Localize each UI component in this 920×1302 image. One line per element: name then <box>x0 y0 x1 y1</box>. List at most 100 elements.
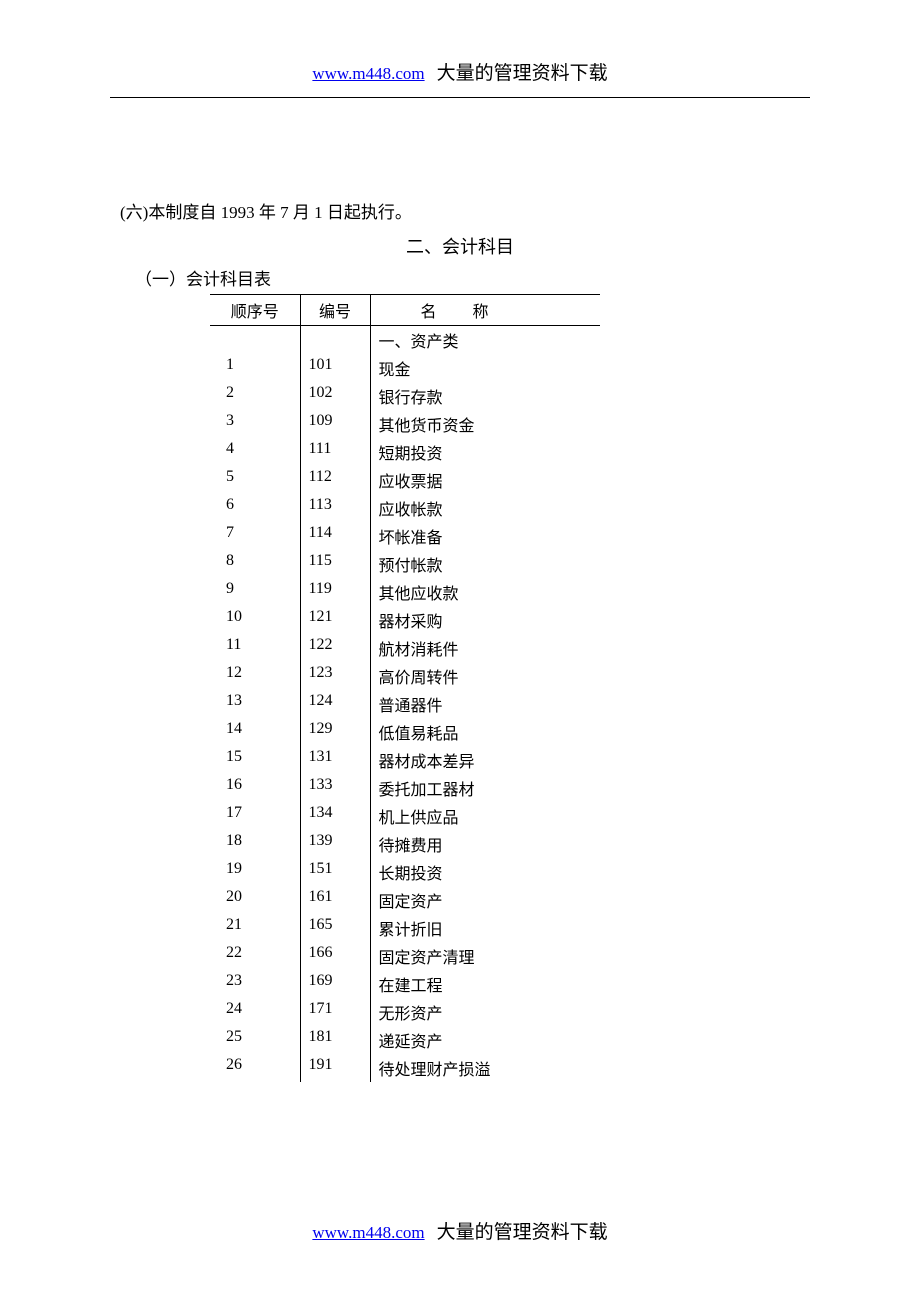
th-seq: 顺序号 <box>210 295 300 326</box>
table-row: 6113应收帐款 <box>210 494 600 522</box>
cell-code: 191 <box>300 1054 370 1082</box>
cell-name: 银行存款 <box>370 382 600 410</box>
cell-code: 131 <box>300 746 370 774</box>
table-row: 26191待处理财产损溢 <box>210 1054 600 1082</box>
cell-name: 累计折旧 <box>370 914 600 942</box>
cell-name: 待处理财产损溢 <box>370 1054 600 1082</box>
table-row: 7114坏帐准备 <box>210 522 600 550</box>
cell-code: 114 <box>300 522 370 550</box>
header-link[interactable]: www.m448.com <box>312 64 424 83</box>
cell-code: 123 <box>300 662 370 690</box>
cell-seq: 22 <box>210 942 300 970</box>
cell-name: 坏帐准备 <box>370 522 600 550</box>
section-title: 二、会计科目 <box>110 233 810 259</box>
footer-text: 大量的管理资料下载 <box>437 1222 608 1243</box>
cell-code: 133 <box>300 774 370 802</box>
header-text: 大量的管理资料下载 <box>437 63 608 84</box>
table-row: 22166固定资产清理 <box>210 942 600 970</box>
table-row: 4111短期投资 <box>210 438 600 466</box>
cell-code: 124 <box>300 690 370 718</box>
cell-seq: 3 <box>210 410 300 438</box>
table-row: 2102银行存款 <box>210 382 600 410</box>
cell-name: 固定资产 <box>370 886 600 914</box>
subsection-title: （一）会计科目表 <box>135 265 810 290</box>
table-row: 21165累计折旧 <box>210 914 600 942</box>
cell-seq: 15 <box>210 746 300 774</box>
cell-code: 166 <box>300 942 370 970</box>
cell-seq: 20 <box>210 886 300 914</box>
cell-seq: 25 <box>210 1026 300 1054</box>
cell-code: 161 <box>300 886 370 914</box>
cell-seq: 14 <box>210 718 300 746</box>
cell-code: 121 <box>300 606 370 634</box>
intro-line: (六)本制度自 1993 年 7 月 1 日起执行。 <box>120 198 810 223</box>
cell-code: 113 <box>300 494 370 522</box>
cell-name: 器材成本差异 <box>370 746 600 774</box>
cell-seq: 24 <box>210 998 300 1026</box>
page-footer: www.m448.com 大量的管理资料下载 <box>0 1217 920 1244</box>
cell-name: 其他应收款 <box>370 578 600 606</box>
table-category-row: 一、资产类 <box>210 326 600 355</box>
cell-name: 递延资产 <box>370 1026 600 1054</box>
cell-name: 长期投资 <box>370 858 600 886</box>
footer-link[interactable]: www.m448.com <box>312 1223 424 1242</box>
table-row: 19151长期投资 <box>210 858 600 886</box>
cell-seq: 11 <box>210 634 300 662</box>
cell-code <box>300 326 370 355</box>
cell-name: 固定资产清理 <box>370 942 600 970</box>
table-row: 25181递延资产 <box>210 1026 600 1054</box>
table-row: 17134机上供应品 <box>210 802 600 830</box>
cell-seq: 18 <box>210 830 300 858</box>
table-row: 10121器材采购 <box>210 606 600 634</box>
table-row: 8115预付帐款 <box>210 550 600 578</box>
cell-name: 应收票据 <box>370 466 600 494</box>
cell-name: 高价周转件 <box>370 662 600 690</box>
cell-seq: 10 <box>210 606 300 634</box>
cell-seq: 9 <box>210 578 300 606</box>
cell-seq: 5 <box>210 466 300 494</box>
cell-name: 器材采购 <box>370 606 600 634</box>
th-code: 编号 <box>300 295 370 326</box>
cell-code: 119 <box>300 578 370 606</box>
cell-seq: 4 <box>210 438 300 466</box>
cell-code: 134 <box>300 802 370 830</box>
cell-seq: 17 <box>210 802 300 830</box>
th-name: 名称 <box>370 295 600 326</box>
cell-code: 101 <box>300 354 370 382</box>
cell-seq: 16 <box>210 774 300 802</box>
cell-code: 171 <box>300 998 370 1026</box>
cell-seq: 26 <box>210 1054 300 1082</box>
accounting-table-wrap: 顺序号 编号 名称 一、资产类1101现金2102银行存款3109其他货币资金4… <box>210 294 810 1082</box>
cell-code: 151 <box>300 858 370 886</box>
cell-seq: 1 <box>210 354 300 382</box>
page-content: (六)本制度自 1993 年 7 月 1 日起执行。 二、会计科目 （一）会计科… <box>0 98 920 1082</box>
cell-code: 181 <box>300 1026 370 1054</box>
cell-name: 预付帐款 <box>370 550 600 578</box>
table-row: 24171无形资产 <box>210 998 600 1026</box>
cell-seq: 19 <box>210 858 300 886</box>
cell-name: 短期投资 <box>370 438 600 466</box>
table-row: 13124普通器件 <box>210 690 600 718</box>
cell-name: 机上供应品 <box>370 802 600 830</box>
table-row: 23169在建工程 <box>210 970 600 998</box>
cell-name: 无形资产 <box>370 998 600 1026</box>
accounting-table: 顺序号 编号 名称 一、资产类1101现金2102银行存款3109其他货币资金4… <box>210 294 600 1082</box>
table-header-row: 顺序号 编号 名称 <box>210 295 600 326</box>
cell-seq: 13 <box>210 690 300 718</box>
cell-code: 169 <box>300 970 370 998</box>
page-header: www.m448.com 大量的管理资料下载 <box>0 0 920 93</box>
table-row: 18139待摊费用 <box>210 830 600 858</box>
cell-code: 129 <box>300 718 370 746</box>
cell-name: 现金 <box>370 354 600 382</box>
table-row: 16133委托加工器材 <box>210 774 600 802</box>
cell-code: 165 <box>300 914 370 942</box>
table-row: 1101现金 <box>210 354 600 382</box>
table-row: 11122航材消耗件 <box>210 634 600 662</box>
table-body: 一、资产类1101现金2102银行存款3109其他货币资金4111短期投资511… <box>210 326 600 1083</box>
cell-name: 应收帐款 <box>370 494 600 522</box>
cell-name: 其他货币资金 <box>370 410 600 438</box>
cell-code: 102 <box>300 382 370 410</box>
table-row: 15131器材成本差异 <box>210 746 600 774</box>
cell-seq: 21 <box>210 914 300 942</box>
cell-code: 122 <box>300 634 370 662</box>
